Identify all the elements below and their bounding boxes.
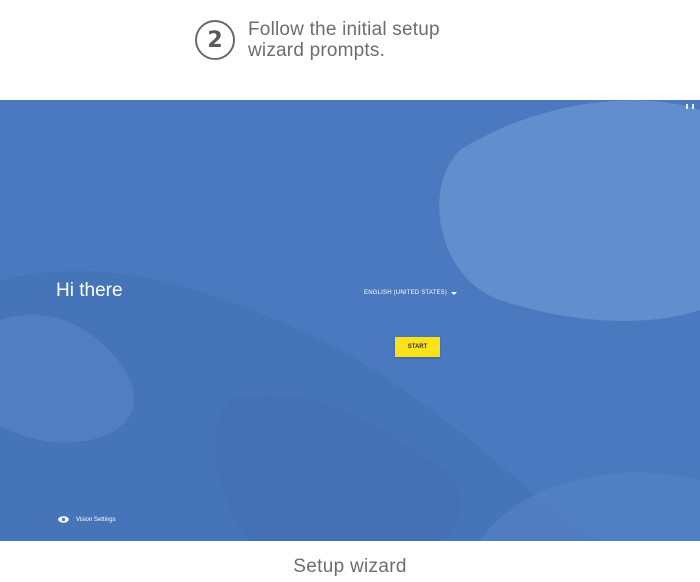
language-selector[interactable]: ENGLISH (UNITED STATES) [364,290,458,296]
instruction-step: 2 Follow the initial setup wizard prompt… [195,12,440,68]
language-label: ENGLISH (UNITED STATES) [364,290,448,296]
setup-wizard-screen: Hi there ENGLISH (UNITED STATES) START V… [0,100,700,541]
battery-icon [686,104,688,109]
instruction-text: Follow the initial setup wizard prompts. [248,19,440,61]
vision-settings-label: Vision Settings [76,516,116,523]
instruction-line-2: wizard prompts. [248,40,386,61]
status-bar-icons [686,104,694,109]
background-waves [0,100,700,541]
step-number-badge: 2 [195,20,235,60]
signal-icon [692,104,694,109]
eye-icon [58,516,69,523]
vision-settings-link[interactable]: Vision Settings [58,516,116,523]
figure-caption: Setup wizard [293,556,407,577]
start-button[interactable]: START [395,337,440,357]
greeting-heading: Hi there [56,280,123,301]
instruction-line-1: Follow the initial setup [248,19,440,40]
dropdown-arrow-icon [451,291,458,295]
